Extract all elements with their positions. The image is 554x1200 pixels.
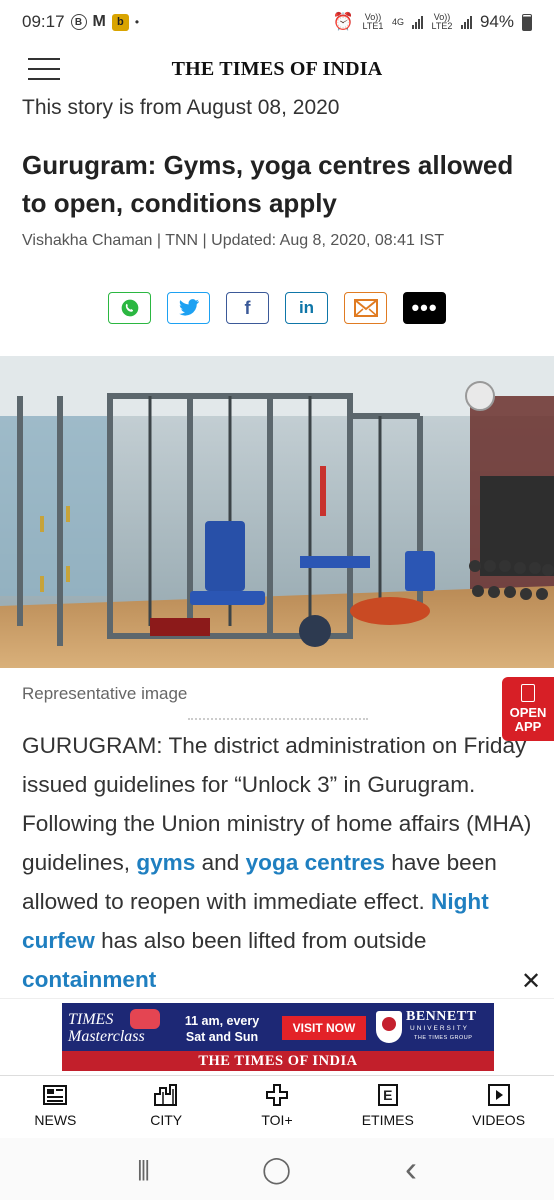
body-text-2: and <box>195 850 246 875</box>
alarm-icon: ⏰ <box>332 12 354 31</box>
share-bar: f in ••• <box>108 292 446 324</box>
nav-etimes-label: ETIMES <box>361 1111 414 1128</box>
article-headline: Gurugram: Gyms, yoga centres allowed to … <box>22 150 514 218</box>
recents-button[interactable]: ||| <box>137 1156 150 1182</box>
share-linkedin-button[interactable]: in <box>285 292 328 324</box>
volte2-label: Vo)) LTE2 <box>431 12 453 31</box>
share-more-button[interactable]: ••• <box>403 292 446 324</box>
share-twitter-button[interactable] <box>167 292 210 324</box>
yoga-centres-link[interactable]: yoga centres <box>246 850 385 875</box>
open-app-button[interactable]: OPEN APP <box>502 677 554 741</box>
university-crest-icon <box>376 1011 402 1043</box>
ad-banner[interactable]: TIMES Masterclass 11 am, every Sat and S… <box>62 1003 494 1071</box>
nav-news[interactable]: NEWS <box>0 1076 111 1135</box>
facebook-icon: f <box>244 297 251 318</box>
linkedin-icon: in <box>298 298 315 317</box>
open-app-label-1: OPEN <box>509 705 547 720</box>
whatsapp-icon <box>121 299 138 317</box>
more-icon: ••• <box>411 295 438 320</box>
etimes-icon: E <box>377 1083 398 1106</box>
nav-city-label: CITY <box>150 1111 183 1128</box>
b-circle-icon: B <box>70 14 87 30</box>
bottom-navigation: NEWS CITY TOI+ E ETIMES VIDEOS <box>0 1075 554 1135</box>
share-facebook-button[interactable]: f <box>226 292 269 324</box>
nav-toi-plus-label: TOI+ <box>261 1111 293 1128</box>
open-app-label-2: APP <box>514 719 542 734</box>
ad-schedule: 11 am, every Sat and Sun <box>174 1013 270 1045</box>
toi-plus-icon <box>265 1083 289 1106</box>
body-text-4: has also been lifted from outside <box>94 928 427 953</box>
etimes-glyph: E <box>383 1086 393 1103</box>
gmail-icon: M <box>92 13 106 30</box>
share-whatsapp-button[interactable] <box>108 292 151 324</box>
home-button[interactable]: ◯ <box>262 1154 291 1185</box>
gym-photo-illustration <box>0 356 554 668</box>
caption-divider <box>188 718 368 720</box>
close-icon: ✕ <box>520 967 542 995</box>
ad-footer-logo: THE TIMES OF INDIA <box>62 1051 494 1071</box>
nav-city[interactable]: CITY <box>111 1076 222 1135</box>
containment-link[interactable]: containment <box>22 967 156 992</box>
signal1-icon <box>411 15 423 29</box>
city-icon <box>154 1083 178 1106</box>
phone-icon <box>521 684 535 702</box>
status-bar: 09:17 B M b • ⏰ Vo)) LTE1 4G Vo)) LTE2 9… <box>0 0 554 44</box>
ad-university-sub: UNIVERSITY <box>410 1025 470 1032</box>
visit-now-button[interactable]: VISIT NOW <box>282 1016 366 1040</box>
volte1-label: Vo)) LTE1 <box>362 12 384 31</box>
notification-dot: • <box>134 15 140 29</box>
article-byline: Vishakha Chaman | TNN | Updated: Aug 8, … <box>22 232 445 249</box>
nav-videos[interactable]: VIDEOS <box>443 1076 554 1135</box>
nav-toi-plus[interactable]: TOI+ <box>222 1076 333 1135</box>
ad-time-line2: Sat and Sun <box>185 1030 259 1044</box>
article-image <box>0 356 554 668</box>
image-caption: Representative image <box>22 684 188 703</box>
b-square-icon: b <box>111 13 129 31</box>
ad-brand: TIMES Masterclass <box>68 1011 145 1045</box>
gyms-link[interactable]: gyms <box>136 850 195 875</box>
battery-percent: 94% <box>479 12 514 31</box>
ad-times-group: THE TIMES GROUP <box>414 1035 473 1041</box>
nav-news-label: NEWS <box>34 1111 77 1128</box>
ad-close-button[interactable]: ✕ <box>514 964 548 998</box>
ad-banner-container: TIMES Masterclass 11 am, every Sat and S… <box>0 998 554 1074</box>
site-logo[interactable]: THE TIMES OF INDIA <box>0 58 554 81</box>
share-email-button[interactable] <box>344 292 387 324</box>
ad-time-line1: 11 am, every <box>184 1014 260 1028</box>
mail-icon <box>353 299 378 317</box>
nav-etimes[interactable]: E ETIMES <box>332 1076 443 1135</box>
back-button[interactable]: ‹ <box>405 1148 417 1190</box>
network-type: 4G <box>391 16 404 27</box>
nav-videos-label: VIDEOS <box>472 1111 526 1128</box>
article-body: GURUGRAM: The district administration on… <box>22 726 542 999</box>
battery-icon <box>522 13 532 31</box>
ad-university-name: BENNETT <box>406 1009 477 1024</box>
status-time: 09:17 <box>22 12 65 31</box>
system-navigation-bar: ||| ◯ ‹ <box>0 1138 554 1200</box>
chat-bubble-icon <box>130 1009 160 1029</box>
signal2-icon <box>460 15 472 29</box>
news-icon <box>43 1084 68 1106</box>
story-date-note: This story is from August 08, 2020 <box>22 96 340 119</box>
twitter-icon <box>178 299 199 316</box>
app-header: THE TIMES OF INDIA <box>0 44 554 94</box>
videos-icon <box>487 1083 511 1106</box>
